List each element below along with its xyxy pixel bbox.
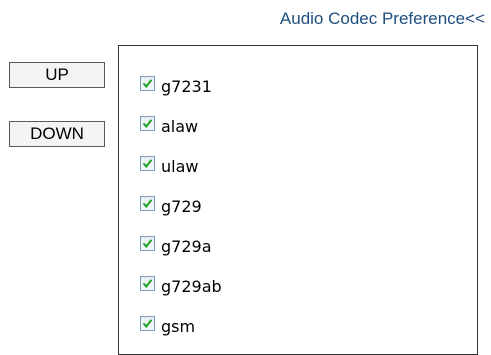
codec-label: alaw [161,116,199,136]
codec-checkbox[interactable] [140,235,155,251]
codec-list[interactable]: g7231 alaw ulaw g729 g729a g729ab gsm [118,45,478,355]
checkmark-icon [142,198,153,208]
checkmark-icon [142,278,153,288]
codec-checkbox[interactable] [140,115,155,131]
codec-label: gsm [161,316,196,336]
codec-checkbox[interactable] [140,315,155,331]
codec-item-g7231[interactable]: g7231 [140,72,212,96]
checkmark-icon [142,118,153,128]
checkmark-icon [142,78,153,88]
codec-checkbox[interactable] [140,155,155,171]
audio-codec-preference-link[interactable]: Audio Codec Preference<< [280,9,485,29]
codec-label: ulaw [161,156,199,176]
codec-item-g729[interactable]: g729 [140,192,202,216]
codec-label: g729ab [161,276,222,296]
codec-label: g729 [161,196,202,216]
checkmark-icon [142,318,153,328]
checkmark-icon [142,238,153,248]
codec-checkbox[interactable] [140,75,155,91]
move-up-button[interactable]: UP [9,62,105,88]
codec-item-g729ab[interactable]: g729ab [140,272,222,296]
codec-item-g729a[interactable]: g729a [140,232,212,256]
checkmark-icon [142,158,153,168]
move-down-button[interactable]: DOWN [9,121,105,147]
codec-label: g729a [161,236,212,256]
codec-checkbox[interactable] [140,195,155,211]
codec-item-alaw[interactable]: alaw [140,112,199,136]
codec-item-gsm[interactable]: gsm [140,312,196,336]
codec-checkbox[interactable] [140,275,155,291]
codec-label: g7231 [161,76,212,96]
codec-item-ulaw[interactable]: ulaw [140,152,199,176]
